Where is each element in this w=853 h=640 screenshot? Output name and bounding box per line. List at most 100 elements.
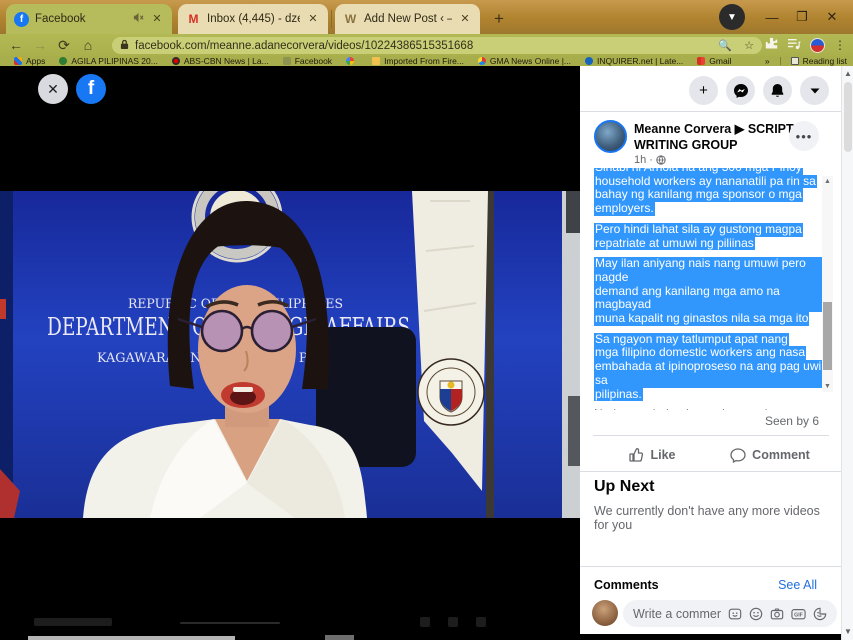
page-scrollbar-thumb[interactable] [844, 82, 852, 152]
bookmark-apps[interactable]: Apps [14, 56, 45, 66]
bookmarks-bar: Apps AGILA PILIPINAS 20... ABS-CBN News … [0, 56, 853, 66]
bookmark-google[interactable] [346, 57, 358, 65]
post-line: repatriate at umuwi ng piliinas [594, 237, 755, 251]
browser-profile-button[interactable]: ▼ [719, 4, 745, 30]
new-tab-button[interactable]: + [487, 7, 511, 31]
gmail-icon [697, 57, 705, 65]
bookmark-facebook[interactable]: Facebook [283, 56, 332, 66]
bookmark-gmail[interactable]: Gmail [697, 56, 731, 66]
wordpress-favicon: W [343, 12, 358, 27]
post-line: Sa ngayon may tatlumput apat nang [594, 333, 789, 347]
video-fullscreen-icon[interactable] [476, 617, 486, 627]
media-queue-icon[interactable] [787, 38, 801, 53]
window-restore-button[interactable]: ❐ [787, 2, 817, 32]
bookmark-label: Facebook [295, 56, 332, 66]
bookmark-star-icon[interactable]: ☆ [744, 39, 754, 52]
video-player[interactable]: REPUBLIC OF THE PHILIPPINES DEPARTMENT O… [0, 191, 580, 518]
comment-input[interactable] [633, 607, 721, 621]
tab-muted-speaker-icon[interactable] [133, 12, 144, 26]
page-scroll-up-arrow[interactable]: ▲ [842, 68, 853, 80]
comment-bubble-icon [730, 447, 746, 463]
post-more-options-button[interactable]: ••• [789, 121, 819, 151]
address-bar[interactable]: facebook.com/meanne.adanecorvera/videos/… [112, 37, 762, 54]
messenger-button[interactable] [726, 76, 755, 105]
post-line: pilipinas. [594, 388, 643, 402]
window-close-button[interactable]: ✕ [817, 2, 847, 32]
create-plus-button[interactable]: + [689, 76, 718, 105]
apps-grid-icon [14, 57, 22, 65]
forward-icon[interactable]: → [28, 37, 52, 53]
bookmark-gma[interactable]: GMA News Online |... [478, 56, 571, 66]
close-video-button[interactable]: ✕ [38, 74, 68, 104]
account-menu-button[interactable] [800, 76, 829, 105]
tab-close-icon[interactable]: ✕ [306, 12, 320, 26]
home-icon[interactable]: ⌂ [76, 37, 100, 53]
lock-icon[interactable] [120, 39, 129, 53]
notifications-button[interactable] [763, 76, 792, 105]
post-timestamp[interactable]: 1h · [634, 154, 666, 166]
bookmarks-right: » Reading list [765, 56, 847, 66]
like-button[interactable]: Like [593, 441, 711, 469]
scroll-up-arrow[interactable]: ▲ [822, 176, 833, 187]
video-seekbar[interactable] [180, 622, 280, 624]
reload-icon[interactable]: ⟳ [52, 37, 76, 54]
post-paragraph: May ilan aniyang nais nang umuwi pero na… [594, 257, 824, 326]
sticker-icon[interactable] [813, 607, 827, 621]
chrome-menu-icon[interactable]: ⋮ [834, 38, 847, 52]
page-scroll-down-arrow[interactable]: ▼ [842, 626, 853, 638]
facebook-bookmark-icon [283, 57, 291, 65]
tab-close-icon[interactable]: ✕ [150, 12, 164, 26]
bookmarks-overflow-chevron[interactable]: » [765, 56, 770, 66]
window-minimize-button[interactable]: — [757, 2, 787, 32]
comment-input-pill[interactable]: GIF [623, 600, 837, 627]
post-author-avatar[interactable] [594, 120, 627, 153]
video-progress-segment[interactable] [325, 635, 354, 640]
reading-list-icon [791, 57, 799, 65]
post-author-name[interactable]: Meanne Corvera ▶ SCRIPT WRITING GROUP [634, 121, 806, 154]
back-icon[interactable]: ← [4, 37, 28, 53]
post-text-scrollbar[interactable]: ▲ ▼ [822, 176, 833, 392]
scrollbar-thumb[interactable] [823, 302, 832, 370]
comment-button[interactable]: Comment [711, 441, 829, 469]
facebook-sidebar: + Meanne Corvera ▶ SCRI [580, 66, 841, 640]
up-next-empty-message: We currently don't have any more videos … [594, 504, 834, 532]
bookmark-agila[interactable]: AGILA PILIPINAS 20... [59, 56, 157, 66]
zoom-page-icon[interactable]: 🔍 [718, 39, 732, 52]
avatar-sticker-icon[interactable] [728, 607, 742, 621]
browser-avatar[interactable] [810, 38, 825, 53]
tab-gmail-inbox[interactable]: M Inbox (4,445) - dzecnews1062@g ✕ [178, 4, 328, 34]
bookmark-label: ABS-CBN News | La... [184, 56, 269, 66]
screen: f Facebook ✕ M Inbox (4,445) - dzecnews1… [0, 0, 853, 640]
dfa-flag-seal [418, 359, 484, 425]
post-text-area[interactable]: Sinabi ni Arriola na ang 300 mga Pinoy h… [594, 168, 824, 410]
tab-close-icon[interactable]: ✕ [458, 12, 472, 26]
seen-by-status[interactable]: Seen by 6 [765, 414, 819, 428]
scroll-down-arrow[interactable]: ▼ [822, 381, 833, 392]
facebook-logo[interactable]: f [76, 74, 106, 104]
tab-title: Inbox (4,445) - dzecnews1062@g [207, 13, 300, 25]
post-line: employers. [594, 202, 655, 216]
video-settings-icon[interactable] [420, 617, 430, 627]
bookmark-inquirer[interactable]: INQUIRER.net | Late... [585, 56, 683, 66]
camera-icon[interactable] [770, 607, 784, 621]
video-time-display [34, 618, 112, 626]
bookmark-label: AGILA PILIPINAS 20... [71, 56, 157, 66]
post-paragraph: Sinabi ni Arriola na ang 300 mga Pinoy h… [594, 168, 824, 216]
extensions-puzzle-icon[interactable] [765, 37, 778, 53]
gif-icon[interactable]: GIF [791, 607, 806, 621]
globe-icon [59, 57, 67, 65]
bookmark-imported-folder[interactable]: Imported From Fire... [372, 56, 464, 66]
comment-user-avatar[interactable] [592, 600, 618, 626]
bookmark-label: INQUIRER.net | Late... [597, 56, 683, 66]
tab-facebook[interactable]: f Facebook ✕ [6, 4, 172, 34]
thumbs-up-icon [628, 447, 644, 463]
browser-chrome: f Facebook ✕ M Inbox (4,445) - dzecnews1… [0, 0, 853, 66]
see-all-link[interactable]: See All [778, 578, 817, 592]
reading-list-button[interactable]: Reading list [803, 56, 847, 66]
video-progress-bar[interactable] [28, 636, 235, 640]
bookmark-abscbn[interactable]: ABS-CBN News | La... [172, 56, 269, 66]
tab-wordpress[interactable]: W Add New Post ‹ — WordPress ✕ [335, 4, 480, 34]
emoji-icon[interactable] [749, 607, 763, 621]
page-scrollbar[interactable]: ▲ ▼ [841, 66, 853, 640]
video-theater-icon[interactable] [448, 617, 458, 627]
